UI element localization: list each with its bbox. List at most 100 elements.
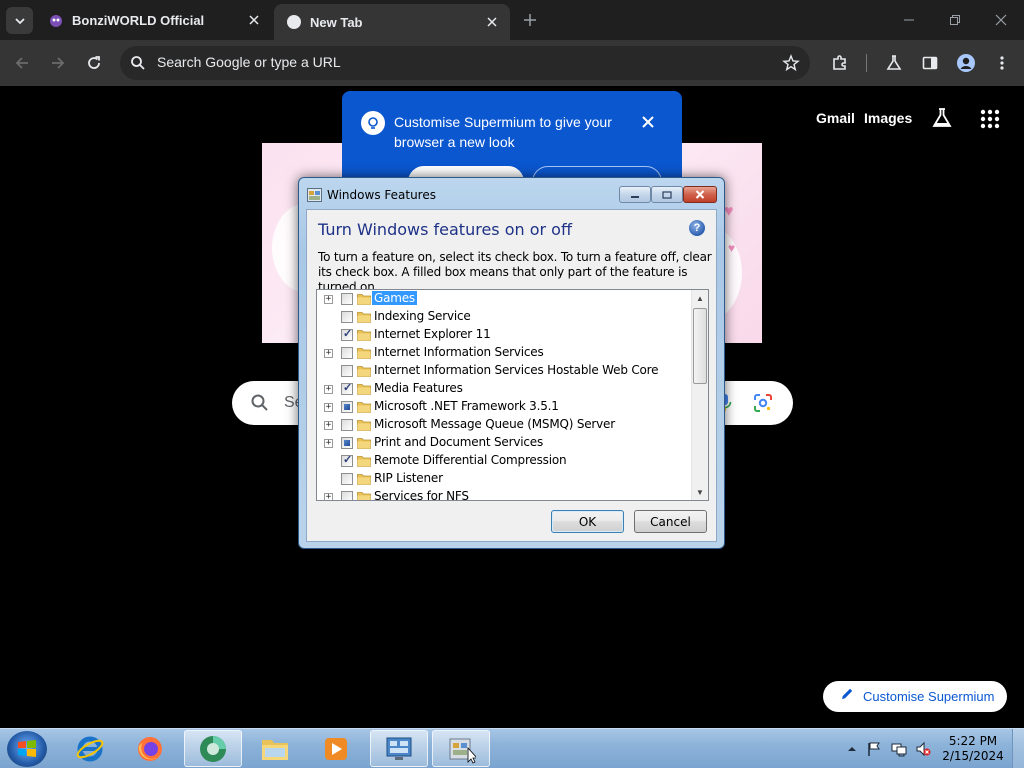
cancel-button[interactable]: Cancel — [634, 510, 707, 533]
feature-checkbox[interactable] — [341, 311, 353, 323]
feature-checkbox[interactable] — [341, 437, 353, 449]
feature-checkbox[interactable] — [341, 327, 353, 341]
folder-icon — [357, 456, 371, 467]
tab-search-button[interactable] — [6, 7, 33, 34]
expand-plus-icon[interactable]: + — [324, 439, 333, 448]
taskbar-app-firefox[interactable] — [121, 730, 179, 767]
close-tab-icon[interactable] — [246, 12, 262, 28]
feature-row[interactable]: + Microsoft .NET Framework 3.5.1 — [317, 398, 692, 416]
profile-button[interactable] — [954, 51, 978, 75]
reload-icon — [88, 56, 100, 69]
back-button[interactable] — [10, 51, 34, 75]
expand-plus-icon[interactable]: + — [324, 403, 333, 412]
feature-checkbox[interactable] — [341, 453, 353, 467]
taskbar-clock[interactable]: 5:22 PM 2/15/2024 — [938, 734, 1008, 764]
dialog-maximize-button[interactable] — [651, 186, 683, 203]
feature-checkbox[interactable] — [341, 401, 353, 413]
folder-icon — [357, 348, 371, 359]
feature-checkbox[interactable] — [341, 347, 353, 359]
expand-plus-icon[interactable]: + — [324, 385, 333, 394]
close-tab-icon[interactable] — [484, 14, 500, 30]
scroll-down-icon[interactable]: ▼ — [696, 488, 704, 497]
feature-row[interactable]: + Microsoft Message Queue (MSMQ) Server — [317, 416, 692, 434]
toolbar-separator — [866, 54, 867, 72]
show-desktop-button[interactable] — [1012, 729, 1024, 768]
feature-row[interactable]: Internet Explorer 11 — [317, 326, 692, 344]
browser-menu-button[interactable] — [990, 51, 1014, 75]
taskbar-app-windows-features[interactable] — [432, 730, 490, 767]
labs-button[interactable] — [882, 51, 906, 75]
ok-button[interactable]: OK — [551, 510, 624, 533]
expand-plus-icon[interactable]: + — [324, 493, 333, 500]
gmail-link[interactable]: Gmail — [816, 110, 855, 126]
dialog-title: Windows Features — [327, 188, 436, 202]
feature-checkbox[interactable] — [341, 293, 353, 305]
feature-row[interactable]: + Games — [317, 290, 692, 308]
feature-checkbox[interactable] — [341, 381, 353, 395]
taskbar-app-internet-explorer[interactable] — [61, 730, 119, 767]
minimize-window-button[interactable] — [894, 8, 924, 32]
scroll-thumb[interactable] — [693, 308, 707, 384]
close-window-button[interactable] — [986, 8, 1016, 32]
side-panel-button[interactable] — [918, 51, 942, 75]
expand-plus-icon[interactable]: + — [324, 421, 333, 430]
feature-checkbox[interactable] — [341, 473, 353, 485]
tab-new-tab[interactable]: New Tab — [274, 4, 510, 40]
dialog-close-button[interactable] — [683, 186, 717, 203]
taskbar-app-file-explorer[interactable] — [246, 730, 304, 767]
new-tab-button[interactable] — [520, 10, 540, 30]
taskbar-app-supermium[interactable] — [184, 730, 242, 767]
images-link[interactable]: Images — [864, 110, 912, 126]
help-icon[interactable]: ? — [689, 220, 705, 236]
feature-row[interactable]: + Services for NFS — [317, 488, 692, 500]
expand-plus-icon[interactable]: + — [324, 295, 333, 304]
apps-grid-icon[interactable] — [979, 108, 1001, 135]
restore-window-button[interactable] — [940, 8, 970, 32]
scroll-up-icon[interactable]: ▲ — [696, 294, 704, 303]
feature-row[interactable]: + Print and Document Services — [317, 434, 692, 452]
network-icon[interactable] — [891, 741, 907, 757]
action-center-flag-icon[interactable] — [866, 741, 882, 757]
windows-taskbar: 5:22 PM 2/15/2024 — [0, 728, 1024, 768]
minimize-icon — [631, 195, 639, 198]
close-icon — [695, 190, 705, 199]
feature-checkbox[interactable] — [341, 419, 353, 431]
supermium-icon — [200, 735, 226, 762]
feature-row[interactable]: Indexing Service — [317, 308, 692, 326]
customise-supermium-button[interactable]: Customise Supermium — [823, 681, 1007, 712]
taskbar-app-media-player[interactable] — [307, 730, 365, 767]
expand-plus-icon[interactable]: + — [324, 349, 333, 358]
tree-scrollbar[interactable]: ▲ ▼ — [691, 290, 708, 500]
labs-flask-icon[interactable] — [931, 107, 953, 134]
feature-row[interactable]: + Internet Information Services — [317, 344, 692, 362]
feature-row[interactable]: RIP Listener — [317, 470, 692, 488]
forward-button[interactable] — [46, 51, 70, 75]
extensions-button[interactable] — [828, 51, 852, 75]
google-lens-icon[interactable] — [753, 393, 773, 418]
folder-icon — [357, 312, 371, 323]
feature-row[interactable]: Remote Differential Compression — [317, 452, 692, 470]
feature-label: Indexing Service — [374, 309, 471, 323]
volume-muted-icon[interactable] — [915, 741, 931, 757]
feature-checkbox[interactable] — [341, 365, 353, 377]
promo-close-icon[interactable] — [641, 115, 655, 134]
feature-row[interactable]: Internet Information Services Hostable W… — [317, 362, 692, 380]
taskbar-app-control-panel[interactable] — [370, 730, 428, 767]
address-bar[interactable]: Search Google or type a URL — [120, 46, 810, 80]
start-button[interactable] — [7, 731, 47, 767]
feature-row[interactable]: + Media Features — [317, 380, 692, 398]
arrow-right-icon — [52, 57, 65, 69]
tab-title: BonziWORLD Official — [72, 12, 205, 28]
tab-bonziworld[interactable]: BonziWORLD Official — [36, 0, 272, 40]
reload-button[interactable] — [82, 51, 106, 75]
clock-time: 5:22 PM — [948, 734, 998, 748]
bookmark-star-icon[interactable] — [782, 54, 800, 77]
firefox-icon — [138, 736, 162, 761]
heart-icon: ♥ — [724, 203, 734, 220]
features-tree[interactable]: + Games Indexing Service Internet Explorer … — [316, 289, 709, 501]
feature-label: RIP Listener — [374, 471, 443, 485]
dialog-minimize-button[interactable] — [619, 186, 651, 203]
feature-checkbox[interactable] — [341, 491, 353, 500]
side-panel-icon — [922, 56, 938, 70]
show-hidden-icons-icon[interactable] — [844, 741, 860, 757]
